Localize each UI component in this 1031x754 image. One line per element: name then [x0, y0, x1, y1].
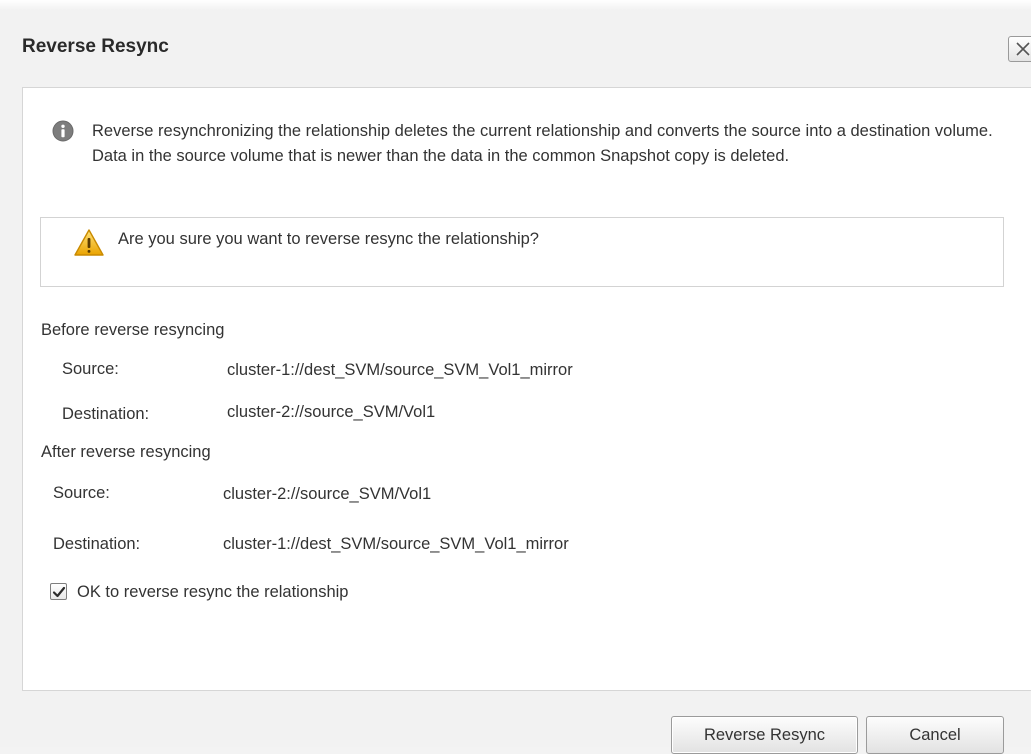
info-icon	[52, 120, 74, 142]
dialog-top-edge	[0, 0, 1031, 10]
checkmark-icon	[52, 586, 66, 598]
after-heading: After reverse resyncing	[41, 443, 211, 461]
before-source-label: Source:	[62, 360, 119, 378]
before-source-value: cluster-1://dest_SVM/source_SVM_Vol1_mir…	[227, 361, 573, 379]
info-message: Reverse resynchronizing the relationship…	[92, 122, 993, 165]
before-destination-label: Destination:	[62, 405, 150, 423]
after-destination-value: cluster-1://dest_SVM/source_SVM_Vol1_mir…	[223, 535, 569, 553]
dialog-title: Reverse Resync	[22, 36, 169, 57]
before-destination-value: cluster-2://source_SVM/Vol1	[227, 403, 436, 421]
confirm-checkbox-label[interactable]: OK to reverse resync the relationship	[77, 583, 348, 602]
warning-box	[40, 217, 1004, 287]
after-source-label: Source:	[53, 484, 110, 502]
after-destination-label: Destination:	[53, 535, 141, 553]
before-heading: Before reverse resyncing	[41, 321, 225, 339]
confirm-checkbox[interactable]	[50, 583, 67, 600]
cancel-button[interactable]: Cancel	[866, 716, 1004, 754]
warning-message: Are you sure you want to reverse resync …	[118, 230, 539, 248]
close-button[interactable]	[1008, 36, 1031, 62]
warning-icon	[74, 229, 104, 256]
close-icon	[1016, 42, 1030, 56]
reverse-resync-dialog: Reverse Resync Reverse resynchronizing t…	[0, 0, 1031, 754]
after-source-value: cluster-2://source_SVM/Vol1	[223, 485, 432, 503]
reverse-resync-button[interactable]: Reverse Resync	[671, 716, 858, 754]
